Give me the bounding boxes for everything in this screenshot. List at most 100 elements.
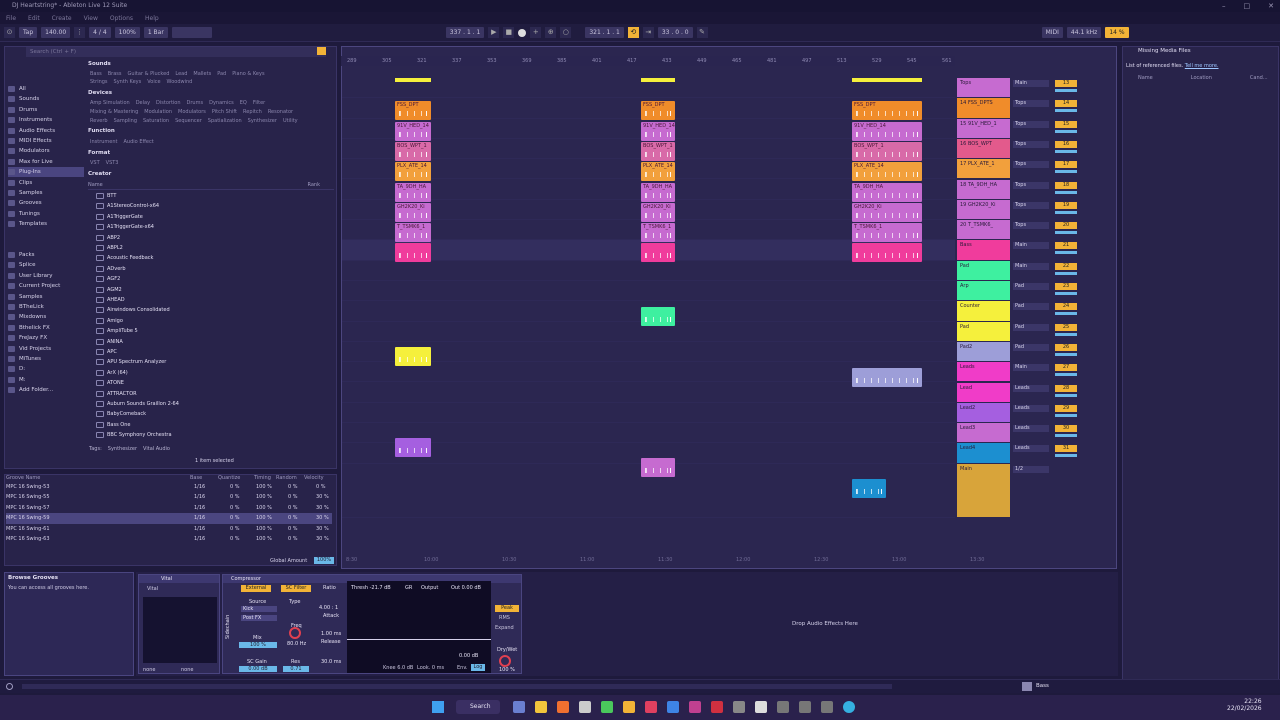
track-volume-bar[interactable] (1055, 149, 1077, 153)
track-volume-bar[interactable] (1055, 89, 1077, 92)
track-volume-bar[interactable] (1055, 454, 1077, 458)
table-row[interactable]: MPC 16 Swing-61 1/16 0 % 100 % 0 % 30 % (6, 524, 332, 535)
global-amount-field[interactable]: 100% (314, 557, 334, 564)
zoom-field[interactable]: 100% (114, 27, 140, 38)
output-routing-select[interactable]: Tops (1013, 161, 1049, 169)
track-activator[interactable]: 18 (1055, 181, 1077, 189)
track-volume-bar[interactable] (1055, 190, 1077, 194)
track-lane[interactable] (342, 403, 955, 424)
place-add-folder[interactable]: Add Folder... (8, 385, 84, 395)
track-header[interactable]: 19 GH2K20_Ki (957, 199, 1010, 221)
track-activator[interactable]: 14 (1055, 100, 1077, 108)
minimize-button[interactable]: – (1222, 2, 1226, 10)
beat-ruler[interactable]: 289 305 321 337 353 369 385 401 417 433 449 465 481 4… (341, 56, 955, 66)
clip[interactable]: BOS_WPT_1 (852, 141, 922, 161)
track-header[interactable]: 16 BOS_WPT (957, 138, 1010, 160)
source-position-select[interactable]: Post FX (241, 615, 277, 621)
list-item[interactable]: APC (96, 347, 296, 357)
track-header[interactable]: Lead3 (957, 423, 1010, 444)
gr-toggle[interactable]: GR (405, 585, 412, 591)
clip[interactable]: FSS_DPT (395, 101, 431, 121)
clip[interactable]: 91V_HED_14 (395, 121, 431, 141)
key-field[interactable] (171, 27, 212, 38)
track-header[interactable]: 18 TA_9DH_HA (957, 179, 1010, 200)
vital-title[interactable]: Vital (139, 575, 219, 583)
clip[interactable]: T_TSMK6_1 (641, 223, 675, 243)
place-samples[interactable]: Samples (8, 292, 84, 302)
track-activator[interactable]: 13 (1055, 80, 1077, 87)
menu-file[interactable]: File (6, 15, 16, 22)
list-item[interactable]: ATONE (96, 378, 296, 388)
filter-tag-synth-keys[interactable]: Synth Keys (114, 79, 142, 85)
groove-col-timing[interactable]: Timing (254, 475, 271, 481)
filter-tag-brass[interactable]: Brass (108, 71, 122, 77)
list-item[interactable]: AGM2 (96, 285, 296, 295)
clip[interactable]: FSS_DPT (852, 101, 922, 121)
track-activator[interactable]: 16 (1055, 140, 1077, 148)
filter-tag-piano-keys[interactable]: Piano & Keys (232, 71, 264, 77)
dry-wet-knob[interactable] (499, 655, 511, 667)
solo-arm-controls[interactable] (1082, 102, 1106, 122)
solo-arm-controls[interactable] (1082, 244, 1106, 264)
creator-filter-header[interactable]: Creator (88, 171, 111, 177)
play-icon[interactable]: ▶ (488, 27, 500, 38)
clip[interactable] (852, 479, 886, 498)
sidebar-item-tunings[interactable]: Tunings (8, 209, 84, 219)
track-header[interactable]: Lead2 (957, 402, 1010, 424)
place-vid-projects[interactable]: Vid Projects (8, 344, 84, 354)
groove-col-velocity[interactable]: Velocity (304, 475, 324, 481)
table-row[interactable]: MPC 16 Swing-59 1/16 0 % 100 % 0 % 30 % (6, 513, 332, 524)
track-activator[interactable]: 27 (1055, 364, 1077, 372)
filter-tag-filter[interactable]: Filter (253, 100, 265, 106)
app-icon-5[interactable] (711, 701, 723, 713)
list-item[interactable]: ANINA (96, 337, 296, 347)
output-routing-select[interactable]: Pad (1013, 343, 1049, 351)
stop-icon[interactable]: ■ (503, 27, 515, 38)
clip[interactable]: T_TSMK6_1 (852, 223, 922, 243)
track-volume-bar[interactable] (1055, 210, 1077, 214)
dry-wet-value[interactable]: 100 % (499, 667, 515, 673)
output-routing-select[interactable]: 1/2 (1013, 465, 1049, 473)
live-icon-3[interactable] (821, 701, 833, 713)
output-routing-select[interactable]: Pad (1013, 323, 1049, 331)
list-item[interactable]: AGF2 (96, 274, 296, 284)
sidebar-item-modulators[interactable]: Modulators (8, 146, 84, 156)
output-routing-select[interactable]: Tops (1013, 181, 1049, 189)
track-volume-bar[interactable] (1055, 170, 1077, 174)
arrangement-position[interactable]: 337 . 1 . 1 (445, 27, 485, 38)
app-icon-2[interactable] (645, 701, 657, 713)
task-view-icon[interactable] (513, 701, 525, 713)
solo-arm-controls[interactable] (1082, 407, 1106, 427)
ableton-icon[interactable] (733, 701, 745, 713)
sidebar-item-all[interactable]: All (8, 84, 84, 94)
menu-view[interactable]: View (84, 15, 98, 22)
track-header[interactable]: Pad (957, 260, 1010, 281)
filter-tag-instrument[interactable]: Instrument (90, 139, 118, 145)
solo-arm-controls[interactable] (1082, 447, 1106, 467)
chrome-icon[interactable] (601, 701, 613, 713)
peak-button[interactable]: Peak (495, 605, 519, 612)
draw-mode-icon[interactable]: ✎ (696, 27, 708, 38)
list-item[interactable]: A1TriggerGate (96, 212, 296, 222)
source-select[interactable]: Kick (241, 606, 277, 612)
clip[interactable]: PLX_ATE_14 (641, 162, 675, 182)
place-current-project[interactable]: Current Project (8, 281, 84, 291)
track-activator[interactable]: 21 (1055, 242, 1077, 250)
res-field[interactable]: 0.71 (283, 666, 309, 672)
clock[interactable]: 22:26 22/02/2026 (1227, 698, 1262, 712)
list-item[interactable]: APU Spectrum Analyzer (96, 357, 296, 367)
loop-icon[interactable]: ⟲ (627, 27, 639, 38)
sidebar-item-drums[interactable]: Drums (8, 105, 84, 115)
filter-tag-drums[interactable]: Drums (187, 100, 204, 106)
app-icon-4[interactable] (689, 701, 701, 713)
list-item[interactable]: AmpliTube 5 (96, 326, 296, 336)
clip[interactable]: TA_9DH_HA (852, 182, 922, 202)
browser-options-icon[interactable] (317, 47, 326, 55)
filter-tag-resonator[interactable]: Resonator (268, 109, 293, 115)
filter-tag-utility[interactable]: Utility (283, 118, 298, 124)
sidebar-item-audio-effects[interactable]: Audio Effects (8, 126, 84, 136)
taskbar-search[interactable]: Search (456, 700, 500, 714)
solo-arm-controls[interactable] (1082, 346, 1106, 366)
output-routing-select[interactable]: Leads (1013, 404, 1049, 412)
output-routing-select[interactable]: Main (1013, 364, 1049, 372)
